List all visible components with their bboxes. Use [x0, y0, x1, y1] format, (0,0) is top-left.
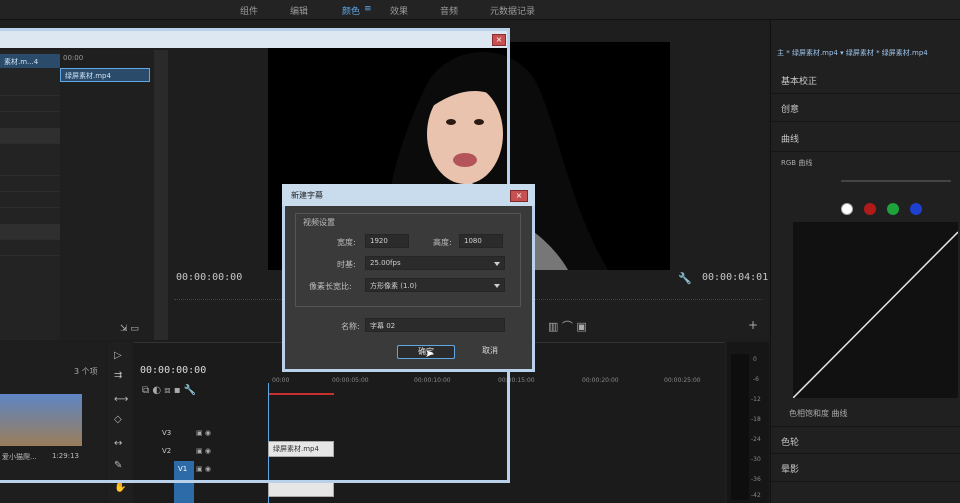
- width-label: 宽度:: [337, 238, 356, 247]
- close-icon[interactable]: ×: [510, 190, 528, 202]
- transport-buttons-icon[interactable]: ▥ ⌒ ▣: [548, 318, 587, 334]
- workspace-bar: 组件 编辑 颜色 ≡ 效果 音频 元数据记录: [0, 0, 960, 20]
- dialog-titlebar[interactable]: 新建字幕: [282, 184, 535, 206]
- premiere-workspace: 组件 编辑 颜色 ≡ 效果 音频 元数据记录 素材.m...4 00:00 绿屏…: [0, 0, 960, 503]
- pixel-aspect-label: 像素长宽比:: [309, 282, 352, 291]
- name-field[interactable]: 字幕 02: [365, 318, 505, 332]
- rgb-curve-label[interactable]: RGB 曲线: [781, 158, 812, 168]
- chevron-down-icon: [494, 284, 500, 288]
- section-curves[interactable]: 曲线: [771, 124, 960, 152]
- workspace-tab-effects[interactable]: 效果: [390, 4, 408, 17]
- white-channel-icon[interactable]: [841, 203, 853, 215]
- meter-scale: -30: [751, 456, 761, 463]
- add-button-icon[interactable]: +: [748, 318, 758, 332]
- group-label: 视频设置: [303, 218, 335, 227]
- ruler-label: 00:00:25:00: [664, 377, 701, 384]
- meter-scale: -12: [751, 396, 761, 403]
- pixel-aspect-value: 方形像素 (1.0): [370, 282, 417, 290]
- meter-scale: -36: [751, 476, 761, 483]
- chevron-down-icon: [494, 262, 500, 266]
- section-vignette[interactable]: 晕影: [771, 454, 960, 482]
- dialog-title: 新建字幕: [291, 191, 323, 200]
- cursor-icon: ➤: [425, 347, 435, 360]
- section-creative[interactable]: 创意: [771, 94, 960, 122]
- curve-slider[interactable]: [841, 180, 951, 182]
- red-channel-icon[interactable]: [864, 203, 876, 215]
- section-basic-correction[interactable]: 基本校正: [771, 66, 960, 94]
- workspace-tab-editing[interactable]: 编辑: [290, 4, 308, 17]
- timebase-label: 时基:: [337, 260, 356, 269]
- workspace-tab-assembly[interactable]: 组件: [240, 4, 258, 17]
- wrench-icon[interactable]: 🔧: [678, 272, 692, 285]
- timebase-value: 25.00fps: [370, 259, 401, 267]
- name-label: 名称:: [341, 322, 360, 331]
- outer-close-icon[interactable]: ×: [492, 34, 506, 46]
- meter-scale: -42: [751, 492, 761, 499]
- meter-bar: [731, 354, 749, 500]
- workspace-tab-audio[interactable]: 音频: [440, 4, 458, 17]
- timeline-clip-v1[interactable]: [268, 481, 334, 497]
- meter-scale: -24: [751, 436, 761, 443]
- height-field[interactable]: 1080: [459, 234, 503, 248]
- pixel-aspect-select[interactable]: 方形像素 (1.0): [365, 278, 505, 292]
- new-caption-dialog: 视频设置 宽度: 1920 高度: 1080 时基: 25.00fps 像素长宽…: [282, 184, 535, 372]
- height-label: 高度:: [433, 238, 452, 247]
- hue-sat-curve-label[interactable]: 色相饱和度 曲线: [789, 408, 848, 419]
- meter-scale: -18: [751, 416, 761, 423]
- workspace-tab-metadata[interactable]: 元数据记录: [490, 4, 535, 17]
- menu-icon[interactable]: ≡: [364, 4, 372, 14]
- width-field[interactable]: 1920: [365, 234, 409, 248]
- blue-channel-icon[interactable]: [910, 203, 922, 215]
- green-channel-icon[interactable]: [887, 203, 899, 215]
- cancel-button[interactable]: 取消: [461, 345, 519, 359]
- hand-tool-icon[interactable]: ✋: [114, 482, 126, 493]
- meter-scale: 0: [753, 356, 757, 363]
- audio-meter: 0 -6 -12 -18 -24 -30 -36 -42: [727, 342, 769, 503]
- ruler-label: 00:00:20:00: [582, 377, 619, 384]
- timebase-select[interactable]: 25.00fps: [365, 256, 505, 270]
- section-color-wheels[interactable]: 色轮: [771, 426, 960, 454]
- rgb-curve-graph[interactable]: [792, 222, 959, 399]
- meter-scale: -6: [753, 376, 759, 383]
- lumetri-clip-selector[interactable]: 主 * 绿屏素材.mp4 ▾ 绿屏素材 * 绿屏素材.mp4: [777, 48, 960, 58]
- program-timecode-out: 00:00:04:01: [702, 272, 769, 283]
- workspace-tab-color[interactable]: 颜色: [342, 4, 360, 17]
